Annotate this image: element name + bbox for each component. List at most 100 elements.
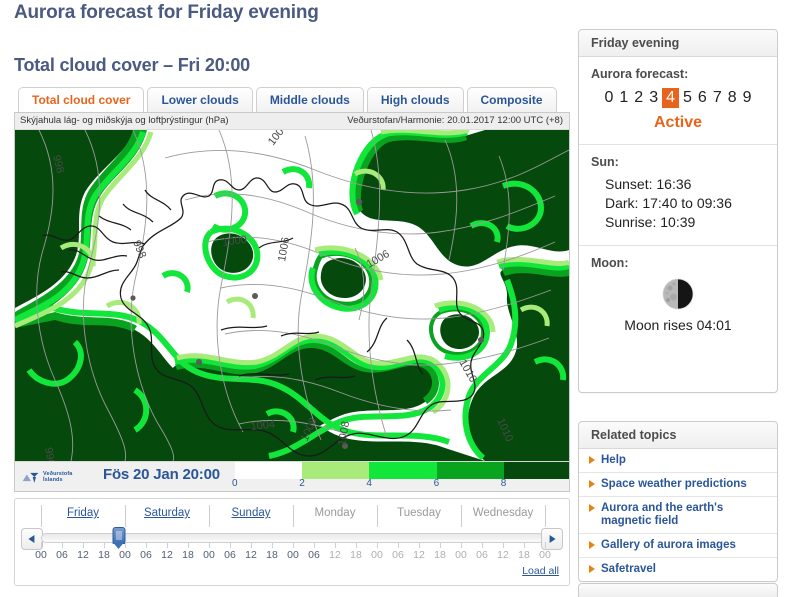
hour-tick [524,542,525,548]
day-label-friday[interactable]: Friday [67,507,99,519]
previous-step-button[interactable] [21,528,43,550]
aurora-activity-status: Active [653,114,703,131]
aurora-forecast-label: Aurora forecast: [591,67,689,81]
hour-label-21[interactable]: 06 [476,549,488,561]
related-item-4[interactable]: Safetravel [579,557,777,581]
hour-label-1[interactable]: 06 [56,549,68,561]
map-graphic: 998 996 998 1000 1006 1006 1006 1008 100… [15,130,569,461]
hour-tick [419,542,420,548]
load-all-link[interactable]: Load all [522,565,559,577]
day-divider [41,505,42,527]
related-item-3[interactable]: Gallery of aurora images [579,533,777,557]
hour-label-16[interactable]: 00 [371,549,383,561]
kp-value-3[interactable]: 3 [647,88,660,108]
kp-value-5[interactable]: 5 [681,88,694,108]
map-legend: Veðurstofa Íslands Fös 20 Jan 20:00 0 2 4 6… [15,461,569,491]
hour-label-17[interactable]: 06 [392,549,404,561]
kp-value-0[interactable]: 0 [602,88,615,108]
hour-label-9[interactable]: 06 [224,549,236,561]
hour-label-12[interactable]: 00 [287,549,299,561]
related-item-label: Gallery of aurora images [601,539,736,551]
hour-label-4[interactable]: 00 [119,549,131,561]
slider-track-row [15,527,569,551]
kp-value-4[interactable]: 4 [662,88,679,108]
legend-tick-6: 6 [433,478,440,489]
kp-index-scale[interactable]: 0123456789 [591,88,765,108]
tab-middle-clouds[interactable]: Middle clouds [255,87,364,112]
kp-value-8[interactable]: 8 [726,88,739,108]
triangle-right-icon [589,480,595,488]
hour-label-11[interactable]: 18 [266,549,278,561]
sun-line-1: Dark: 17:40 to 09:36 [605,195,732,211]
related-item-label: Aurora and the earth's magnetic field [601,502,724,527]
hour-label-19[interactable]: 18 [434,549,446,561]
kp-value-7[interactable]: 7 [711,88,724,108]
tab-composite[interactable]: Composite [466,87,557,112]
legend-tick-2: 2 [299,478,305,489]
hour-tick [293,542,294,548]
tab-lower-clouds[interactable]: Lower clouds [147,87,253,112]
hour-label-0[interactable]: 00 [35,549,47,561]
hour-label-20[interactable]: 00 [455,549,467,561]
hour-tick [482,542,483,548]
day-divider [125,505,126,527]
kp-value-6[interactable]: 6 [696,88,709,108]
hour-label-8[interactable]: 00 [203,549,215,561]
day-divider [293,505,294,527]
related-item-1[interactable]: Space weather predictions [579,472,777,496]
related-item-label: Safetravel [601,563,656,575]
hour-tick [41,542,42,548]
cloud-cover-map[interactable]: 998 996 998 1000 1006 1006 1006 1008 100… [15,130,569,461]
hour-label-22[interactable]: 12 [497,549,509,561]
page-title: Aurora forecast for Friday evening [14,2,319,23]
tab-total-cloud-cover[interactable]: Total cloud cover [18,87,145,112]
hour-tick [104,542,105,548]
hour-label-7[interactable]: 18 [182,549,194,561]
next-panel-stub [578,583,778,597]
hour-tick [83,542,84,548]
legend-swatch-4 [503,462,569,479]
hour-tick [251,542,252,548]
chevron-right-icon [549,535,556,543]
hour-label-2[interactable]: 12 [77,549,89,561]
forecast-map-panel: Skýjahula lág- og miðskýja og loftþrýsti… [14,112,570,492]
legend-tick-labels: 0 2 4 6 8 [232,478,569,491]
kp-value-9[interactable]: 9 [741,88,754,108]
legend-tick-4: 4 [366,478,372,489]
aurora-forecast-panel: Friday evening Aurora forecast: 01234567… [578,29,778,393]
related-item-2[interactable]: Aurora and the earth's magnetic field [579,496,777,533]
kp-value-2[interactable]: 2 [632,88,645,108]
legend-swatch-1 [302,462,370,479]
map-info-bar: Skýjahula lág- og miðskýja og loftþrýsti… [15,113,569,130]
aurora-forecast-block: Aurora forecast: 0123456789 Active [579,57,777,144]
tab-high-clouds[interactable]: High clouds [366,87,464,112]
hour-tick [461,542,462,548]
day-label-sunday[interactable]: Sunday [231,507,270,519]
page-root: Aurora forecast for Friday evening Total… [0,0,789,597]
kp-value-1[interactable]: 1 [617,88,630,108]
hour-tick [503,542,504,548]
hour-tick [314,542,315,548]
hour-label-14[interactable]: 12 [329,549,341,561]
day-divider [461,505,462,527]
hour-tick [398,542,399,548]
hour-label-6[interactable]: 12 [161,549,173,561]
hour-label-row: 00 06 12 18 00 06 12 18 00 06 12 18 00 06 12 18 00 06 12 18… [15,542,569,565]
related-item-0[interactable]: Help [579,449,777,472]
day-divider [209,505,210,527]
hour-tick [167,542,168,548]
hour-label-13[interactable]: 06 [308,549,320,561]
day-label-monday: Monday [314,507,356,519]
hour-tick [125,542,126,548]
hour-label-3[interactable]: 18 [98,549,110,561]
triangle-right-icon [589,565,595,573]
hour-label-10[interactable]: 12 [245,549,257,561]
hour-label-24[interactable]: 00 [539,549,551,561]
hour-label-18[interactable]: 12 [413,549,425,561]
hour-label-15[interactable]: 18 [350,549,362,561]
day-label-saturday[interactable]: Saturday [144,507,190,519]
hour-label-5[interactable]: 06 [140,549,152,561]
hour-label-23[interactable]: 18 [518,549,530,561]
vedurstofa-wordmark: Veðurstofa Íslands [43,471,72,483]
time-slider-handle[interactable] [112,527,126,551]
